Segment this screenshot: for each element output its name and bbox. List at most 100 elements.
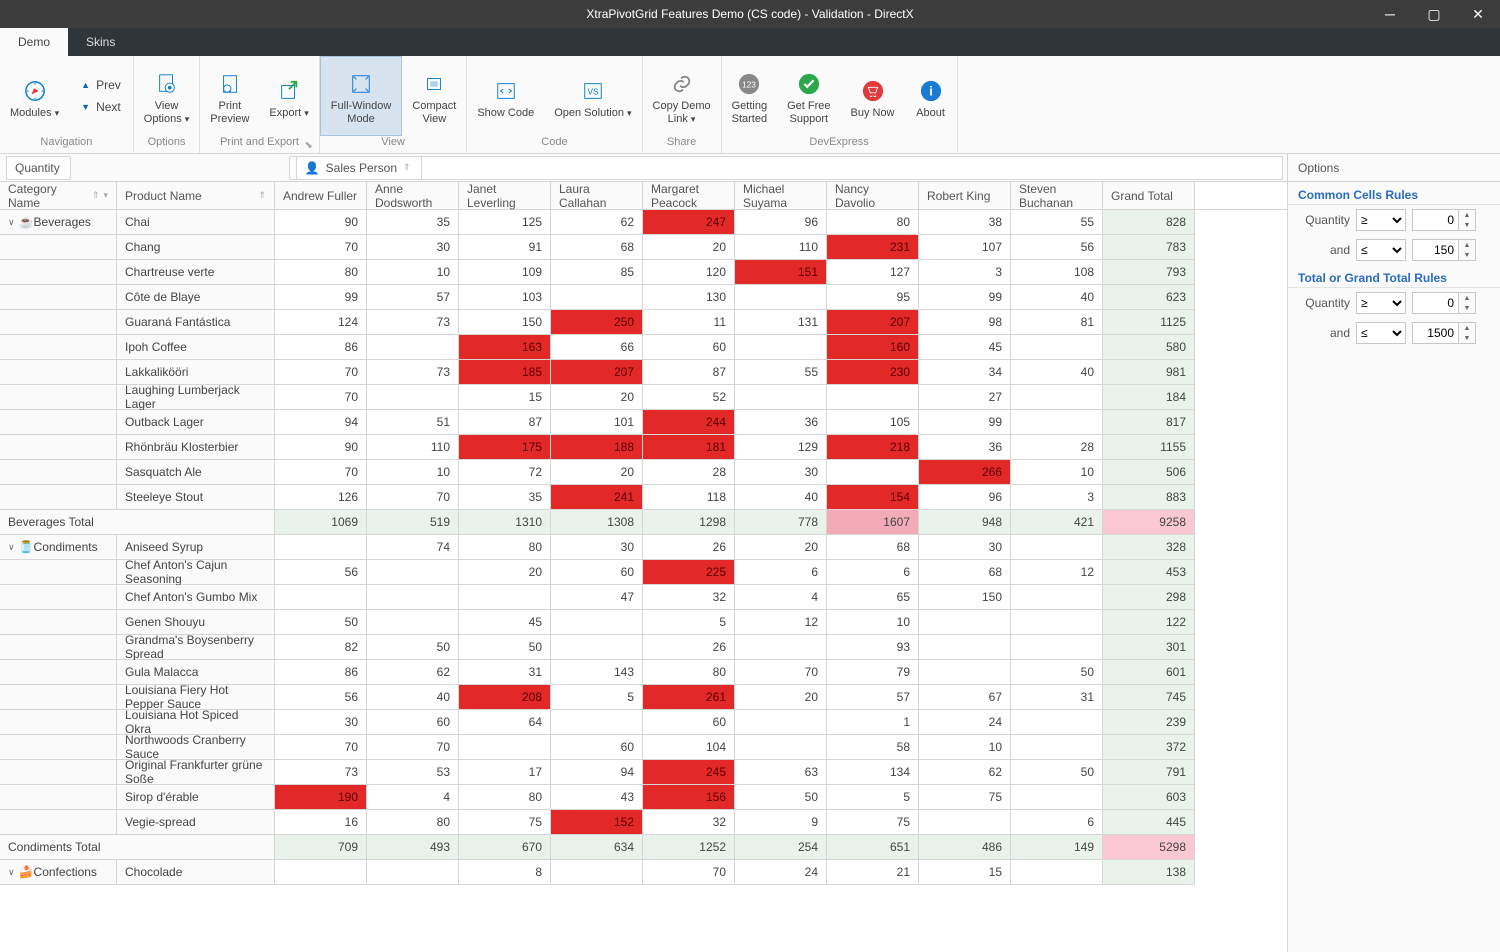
total-cell[interactable]: 651: [827, 835, 919, 860]
group-launcher-button[interactable]: ⬊: [304, 140, 312, 151]
ribbon-show-code-button[interactable]: Show Code: [467, 56, 544, 136]
data-cell[interactable]: 247: [643, 210, 735, 235]
data-cell[interactable]: 126: [275, 485, 367, 510]
data-cell[interactable]: 109: [459, 260, 551, 285]
data-cell[interactable]: 65: [827, 585, 919, 610]
column-header[interactable]: Michael Suyama: [735, 182, 827, 209]
data-cell[interactable]: 68: [551, 235, 643, 260]
product-cell[interactable]: Louisiana Hot Spiced Okra: [117, 710, 275, 735]
category-cell[interactable]: [0, 710, 117, 735]
spin-up-button[interactable]: ▲: [1459, 240, 1475, 250]
data-cell[interactable]: 108: [1011, 260, 1103, 285]
data-cell[interactable]: [275, 585, 367, 610]
data-cell[interactable]: 50: [1011, 760, 1103, 785]
data-cell[interactable]: 3: [919, 260, 1011, 285]
data-cell[interactable]: 47: [551, 585, 643, 610]
ribbon-get-free-support-button[interactable]: Get FreeSupport: [777, 56, 840, 136]
grand-total-cell[interactable]: 372: [1103, 735, 1195, 760]
data-cell[interactable]: 101: [551, 410, 643, 435]
data-cell[interactable]: 70: [643, 860, 735, 885]
total-cell[interactable]: 486: [919, 835, 1011, 860]
category-cell[interactable]: [0, 560, 117, 585]
data-cell[interactable]: 103: [459, 285, 551, 310]
data-cell[interactable]: 10: [1011, 460, 1103, 485]
data-cell[interactable]: [367, 610, 459, 635]
grand-total-cell[interactable]: 445: [1103, 810, 1195, 835]
data-cell[interactable]: [551, 860, 643, 885]
data-cell[interactable]: [1011, 385, 1103, 410]
data-cell[interactable]: 75: [827, 810, 919, 835]
filter-icon[interactable]: ▾: [103, 190, 108, 201]
data-cell[interactable]: 36: [735, 410, 827, 435]
data-cell[interactable]: [551, 635, 643, 660]
expand-icon[interactable]: ∨: [8, 867, 15, 878]
data-cell[interactable]: 87: [643, 360, 735, 385]
data-cell[interactable]: 68: [919, 560, 1011, 585]
data-cell[interactable]: 70: [275, 235, 367, 260]
rule-value-spinner[interactable]: ▲▼: [1412, 322, 1476, 344]
data-cell[interactable]: [1011, 535, 1103, 560]
rule-operator-select[interactable]: ≥: [1356, 292, 1406, 314]
data-cell[interactable]: 45: [919, 335, 1011, 360]
data-cell[interactable]: [275, 860, 367, 885]
data-cell[interactable]: 60: [551, 560, 643, 585]
grand-total-cell[interactable]: 623: [1103, 285, 1195, 310]
category-cell[interactable]: [0, 660, 117, 685]
grand-total-cell[interactable]: 580: [1103, 335, 1195, 360]
grand-total-cell[interactable]: 1125: [1103, 310, 1195, 335]
data-cell[interactable]: 110: [735, 235, 827, 260]
rule-value-spinner[interactable]: ▲▼: [1412, 239, 1476, 261]
data-cell[interactable]: 80: [827, 210, 919, 235]
total-cell[interactable]: 254: [735, 835, 827, 860]
total-cell[interactable]: 634: [551, 835, 643, 860]
data-cell[interactable]: 26: [643, 635, 735, 660]
product-cell[interactable]: Original Frankfurter grüne Soße: [117, 760, 275, 785]
data-cell[interactable]: 20: [643, 235, 735, 260]
total-cell[interactable]: 1308: [551, 510, 643, 535]
total-cell[interactable]: 1252: [643, 835, 735, 860]
data-cell[interactable]: 75: [459, 810, 551, 835]
data-cell[interactable]: 120: [643, 260, 735, 285]
rule-value-spinner[interactable]: ▲▼: [1412, 292, 1476, 314]
grand-total-cell[interactable]: 601: [1103, 660, 1195, 685]
data-cell[interactable]: 86: [275, 660, 367, 685]
pivotgrid-body[interactable]: ∨☕ BeveragesChai90351256224796803855828C…: [0, 210, 1287, 952]
data-cell[interactable]: 24: [735, 860, 827, 885]
category-cell[interactable]: [0, 260, 117, 285]
tab-skins[interactable]: Skins: [68, 28, 133, 56]
category-cell[interactable]: [0, 460, 117, 485]
column-header[interactable]: Andrew Fuller: [275, 182, 367, 209]
spin-down-button[interactable]: ▼: [1459, 250, 1475, 260]
ribbon-compact-view-button[interactable]: CompactView: [402, 56, 466, 136]
data-cell[interactable]: 181: [643, 435, 735, 460]
data-cell[interactable]: [367, 560, 459, 585]
category-cell[interactable]: [0, 235, 117, 260]
data-cell[interactable]: 4: [367, 785, 459, 810]
data-cell[interactable]: 70: [275, 460, 367, 485]
data-cell[interactable]: 80: [367, 810, 459, 835]
data-cell[interactable]: 152: [551, 810, 643, 835]
data-cell[interactable]: 125: [459, 210, 551, 235]
data-cell[interactable]: 20: [551, 460, 643, 485]
grand-total-cell[interactable]: 883: [1103, 485, 1195, 510]
grand-total-cell[interactable]: 828: [1103, 210, 1195, 235]
data-cell[interactable]: [1011, 410, 1103, 435]
total-cell[interactable]: 1607: [827, 510, 919, 535]
data-cell[interactable]: 3: [1011, 485, 1103, 510]
data-cell[interactable]: 73: [275, 760, 367, 785]
total-cell[interactable]: 421: [1011, 510, 1103, 535]
category-cell[interactable]: [0, 360, 117, 385]
data-cell[interactable]: 185: [459, 360, 551, 385]
product-cell[interactable]: Rhönbräu Klosterbier: [117, 435, 275, 460]
column-header[interactable]: Robert King: [919, 182, 1011, 209]
data-cell[interactable]: 70: [275, 360, 367, 385]
data-cell[interactable]: 80: [459, 535, 551, 560]
data-cell[interactable]: 5: [643, 610, 735, 635]
data-cell[interactable]: 70: [367, 485, 459, 510]
data-cell[interactable]: 40: [1011, 285, 1103, 310]
data-cell[interactable]: 73: [367, 360, 459, 385]
data-cell[interactable]: 231: [827, 235, 919, 260]
data-cell[interactable]: 230: [827, 360, 919, 385]
product-cell[interactable]: Northwoods Cranberry Sauce: [117, 735, 275, 760]
data-cell[interactable]: 70: [367, 735, 459, 760]
